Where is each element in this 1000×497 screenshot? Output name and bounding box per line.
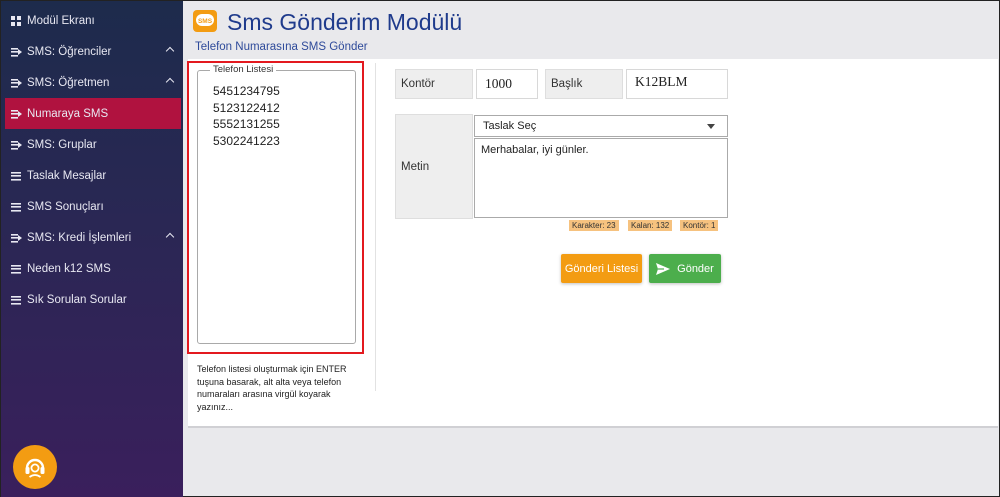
send-label: Gönder [677, 262, 714, 275]
phone-number: 5123122412 [213, 100, 280, 115]
caret-down-icon [707, 124, 715, 129]
phone-number: 5451234795 [213, 84, 280, 98]
sidebar-item-neden-k12-sms[interactable]: Neden k12 SMS [1, 253, 183, 284]
list-arrow-icon [11, 139, 22, 150]
chevron-up-icon [165, 77, 175, 87]
character-count: Karakter: 23 [569, 220, 619, 231]
list-arrow-icon [11, 232, 22, 243]
phone-number: 5302241223 [213, 133, 280, 148]
sidebar-item-label: Numaraya SMS [27, 107, 109, 120]
headset-icon [25, 458, 45, 478]
sms-logo-icon: SMS [193, 10, 217, 32]
sidebar-item-numaraya-sms[interactable]: Numaraya SMS [5, 98, 181, 129]
list-icon [11, 263, 21, 274]
template-select[interactable]: Taslak Seç [474, 115, 728, 137]
page-subtitle: Telefon Numarasına SMS Gönder [195, 41, 368, 53]
sidebar-item-label: Taslak Mesajlar [27, 169, 107, 182]
sidebar-item-sms-sonuclari[interactable]: SMS Sonuçları [1, 191, 183, 222]
message-textarea[interactable]: Merhabalar, iyi günler. [474, 138, 728, 218]
chevron-up-icon [165, 46, 175, 56]
list-icon [11, 294, 21, 305]
credit-count: Kontör: 1 [680, 220, 719, 231]
list-arrow-icon [11, 108, 22, 119]
sidebar-item-label: Modül Ekranı [27, 14, 95, 27]
sidebar-item-sms-ogrenciler[interactable]: SMS: Öğrenciler [1, 36, 183, 67]
remaining-count: Kalan: 132 [628, 220, 673, 231]
kontor-label: Kontör [395, 69, 473, 99]
sidebar-item-label: SMS: Gruplar [27, 138, 97, 151]
sidebar-item-label: SMS Sonuçları [27, 200, 104, 213]
vertical-divider [375, 63, 376, 391]
sidebar-item-label: Neden k12 SMS [27, 262, 111, 275]
list-icon [11, 170, 21, 181]
sidebar-item-sms-gruplar[interactable]: SMS: Gruplar [1, 129, 183, 160]
kontor-value: 1000 [476, 69, 538, 99]
phone-numbers: 5451234795 5123122412 5552131255 5302241… [213, 83, 280, 149]
list-arrow-icon [11, 46, 22, 57]
svg-text:SMS: SMS [198, 18, 213, 25]
support-button[interactable] [13, 445, 57, 489]
sidebar-item-kredi-islemleri[interactable]: SMS: Kredi İşlemleri [1, 222, 183, 253]
template-select-value: Taslak Seç [483, 120, 537, 132]
list-icon [11, 201, 21, 212]
phone-number: 5552131255 [213, 117, 280, 131]
grid-icon [11, 15, 21, 26]
send-list-label: Gönderi Listesi [564, 262, 639, 275]
phone-list-legend: Telefon Listesi [210, 64, 277, 75]
list-arrow-icon [11, 77, 22, 88]
sidebar-item-label: SMS: Öğrenciler [27, 45, 112, 58]
sidebar-item-modul-ekrani[interactable]: Modül Ekranı [1, 5, 183, 36]
baslik-field[interactable]: K12BLM [626, 69, 728, 99]
phone-list-hint: Telefon listesi oluşturmak için ENTER tu… [197, 364, 347, 412]
sidebar-item-label: Sık Sorulan Sorular [27, 293, 127, 306]
sidebar-item-label: SMS: Kredi İşlemleri [27, 231, 132, 244]
panel-shadow [188, 426, 998, 428]
metin-label: Metin [395, 114, 473, 219]
sidebar-item-sik-sorulan-sorular[interactable]: Sık Sorulan Sorular [1, 284, 183, 315]
sidebar-item-taslak-mesajlar[interactable]: Taslak Mesajlar [1, 160, 183, 191]
page-title: Sms Gönderim Modülü [227, 9, 463, 35]
baslik-label: Başlık [545, 69, 623, 99]
send-list-button[interactable]: Gönderi Listesi [561, 254, 642, 283]
chevron-up-icon [165, 232, 175, 242]
sidebar: Modül Ekranı SMS: Öğrenciler SMS: Öğretm… [1, 1, 183, 497]
sidebar-item-sms-ogretmen[interactable]: SMS: Öğretmen [1, 67, 183, 98]
send-button[interactable]: Gönder [649, 254, 721, 283]
sidebar-item-label: SMS: Öğretmen [27, 76, 110, 89]
paper-plane-icon [656, 262, 671, 275]
